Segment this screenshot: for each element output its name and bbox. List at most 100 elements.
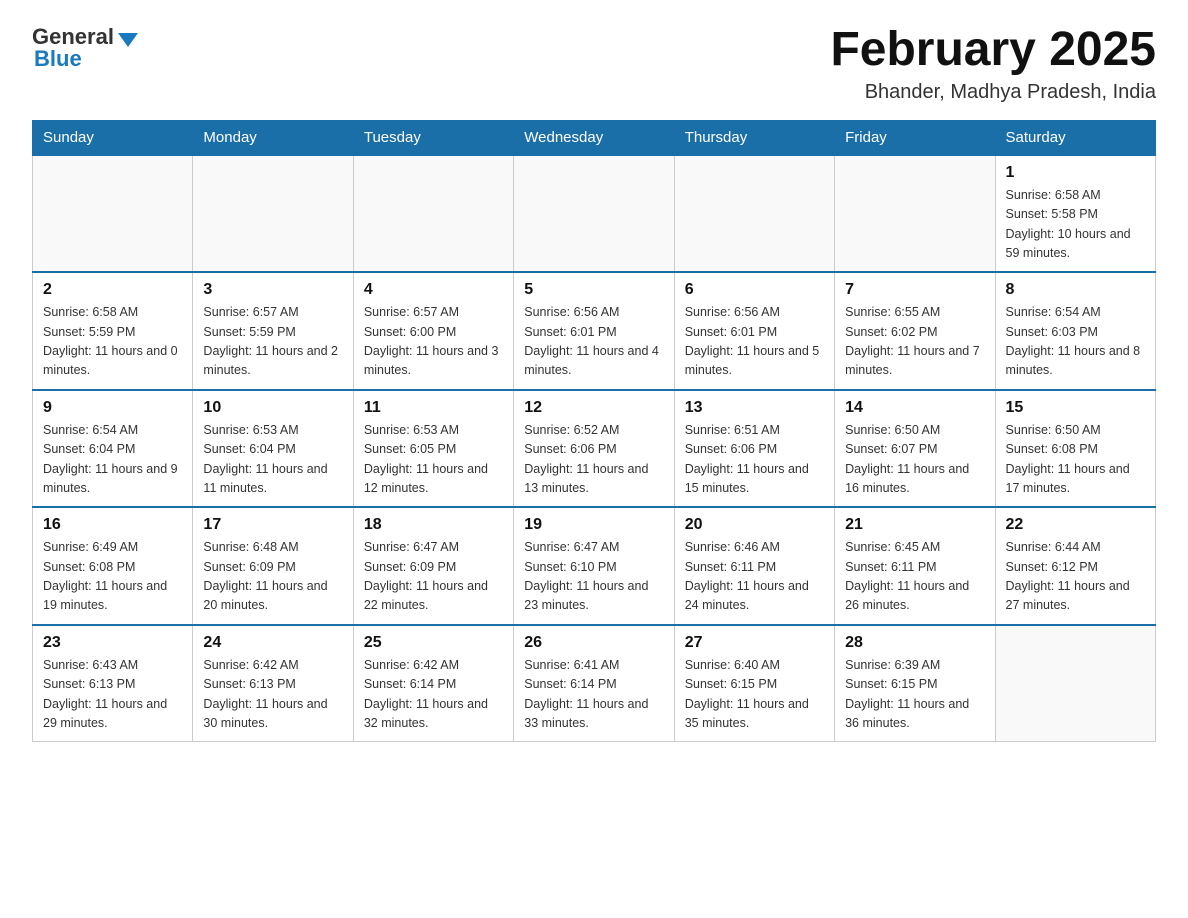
day-info: Sunrise: 6:49 AMSunset: 6:08 PMDaylight:…: [43, 540, 167, 612]
logo-blue-text: Blue: [34, 46, 82, 72]
day-info: Sunrise: 6:41 AMSunset: 6:14 PMDaylight:…: [524, 658, 648, 730]
day-info: Sunrise: 6:57 AMSunset: 6:00 PMDaylight:…: [364, 305, 499, 377]
calendar-week-row: 16 Sunrise: 6:49 AMSunset: 6:08 PMDayligh…: [33, 507, 1156, 625]
calendar-cell: 23 Sunrise: 6:43 AMSunset: 6:13 PMDayligh…: [33, 625, 193, 742]
calendar-cell: 11 Sunrise: 6:53 AMSunset: 6:05 PMDayligh…: [353, 390, 513, 508]
day-number: 25: [364, 634, 503, 652]
day-info: Sunrise: 6:50 AMSunset: 6:07 PMDaylight:…: [845, 423, 969, 495]
day-number: 9: [43, 399, 182, 417]
day-info: Sunrise: 6:57 AMSunset: 5:59 PMDaylight:…: [203, 305, 338, 377]
day-info: Sunrise: 6:44 AMSunset: 6:12 PMDaylight:…: [1006, 540, 1130, 612]
day-number: 8: [1006, 281, 1145, 299]
calendar-cell: [353, 155, 513, 273]
day-number: 26: [524, 634, 663, 652]
day-number: 4: [364, 281, 503, 299]
weekday-header-saturday: Saturday: [995, 120, 1155, 155]
day-number: 28: [845, 634, 984, 652]
day-number: 12: [524, 399, 663, 417]
day-info: Sunrise: 6:47 AMSunset: 6:10 PMDaylight:…: [524, 540, 648, 612]
calendar-cell: [995, 625, 1155, 742]
day-info: Sunrise: 6:39 AMSunset: 6:15 PMDaylight:…: [845, 658, 969, 730]
day-number: 18: [364, 516, 503, 534]
weekday-header-wednesday: Wednesday: [514, 120, 674, 155]
day-number: 3: [203, 281, 342, 299]
calendar-cell: 17Sunrise: 6:48 AMSunset: 6:09 PMDayligh…: [193, 507, 353, 625]
weekday-header-monday: Monday: [193, 120, 353, 155]
day-number: 21: [845, 516, 984, 534]
calendar-cell: 7 Sunrise: 6:55 AMSunset: 6:02 PMDaylight…: [835, 272, 995, 390]
day-number: 27: [685, 634, 824, 652]
day-number: 15: [1006, 399, 1145, 417]
calendar-cell: 22 Sunrise: 6:44 AMSunset: 6:12 PMDayligh…: [995, 507, 1155, 625]
day-number: 10: [203, 399, 342, 417]
calendar-week-row: 23 Sunrise: 6:43 AMSunset: 6:13 PMDayligh…: [33, 625, 1156, 742]
day-info: Sunrise: 6:58 AMSunset: 5:59 PMDaylight:…: [43, 305, 178, 377]
day-info: Sunrise: 6:53 AMSunset: 6:05 PMDaylight:…: [364, 423, 488, 495]
page-header: General Blue February 2025 Bhander, Madh…: [32, 24, 1156, 104]
calendar-cell: [835, 155, 995, 273]
day-info: Sunrise: 6:56 AMSunset: 6:01 PMDaylight:…: [524, 305, 659, 377]
weekday-header-tuesday: Tuesday: [353, 120, 513, 155]
day-info: Sunrise: 6:54 AMSunset: 6:04 PMDaylight:…: [43, 423, 178, 495]
calendar-cell: [514, 155, 674, 273]
day-number: 11: [364, 399, 503, 417]
calendar-cell: 5 Sunrise: 6:56 AMSunset: 6:01 PMDaylight…: [514, 272, 674, 390]
calendar-cell: 13 Sunrise: 6:51 AMSunset: 6:06 PMDayligh…: [674, 390, 834, 508]
day-number: 13: [685, 399, 824, 417]
calendar-cell: [674, 155, 834, 273]
day-info: Sunrise: 6:45 AMSunset: 6:11 PMDaylight:…: [845, 540, 969, 612]
calendar-cell: 2Sunrise: 6:58 AMSunset: 5:59 PMDaylight…: [33, 272, 193, 390]
day-info: Sunrise: 6:50 AMSunset: 6:08 PMDaylight:…: [1006, 423, 1130, 495]
calendar-week-row: 2Sunrise: 6:58 AMSunset: 5:59 PMDaylight…: [33, 272, 1156, 390]
calendar-cell: [33, 155, 193, 273]
calendar-week-row: 9 Sunrise: 6:54 AMSunset: 6:04 PMDaylight…: [33, 390, 1156, 508]
calendar-cell: 10 Sunrise: 6:53 AMSunset: 6:04 PMDayligh…: [193, 390, 353, 508]
day-number: 14: [845, 399, 984, 417]
day-number: 16: [43, 516, 182, 534]
calendar-cell: 26 Sunrise: 6:41 AMSunset: 6:14 PMDayligh…: [514, 625, 674, 742]
calendar-cell: 20Sunrise: 6:46 AMSunset: 6:11 PMDayligh…: [674, 507, 834, 625]
day-info: Sunrise: 6:53 AMSunset: 6:04 PMDaylight:…: [203, 423, 327, 495]
day-number: 23: [43, 634, 182, 652]
logo: General Blue: [32, 24, 138, 72]
calendar-table: SundayMondayTuesdayWednesdayThursdayFrid…: [32, 120, 1156, 743]
calendar-cell: 18 Sunrise: 6:47 AMSunset: 6:09 PMDayligh…: [353, 507, 513, 625]
location-text: Bhander, Madhya Pradesh, India: [830, 81, 1156, 104]
calendar-cell: 16 Sunrise: 6:49 AMSunset: 6:08 PMDayligh…: [33, 507, 193, 625]
day-info: Sunrise: 6:58 AMSunset: 5:58 PMDaylight:…: [1006, 188, 1131, 260]
day-info: Sunrise: 6:42 AMSunset: 6:13 PMDaylight:…: [203, 658, 327, 730]
day-info: Sunrise: 6:56 AMSunset: 6:01 PMDaylight:…: [685, 305, 820, 377]
day-number: 6: [685, 281, 824, 299]
calendar-cell: 24Sunrise: 6:42 AMSunset: 6:13 PMDayligh…: [193, 625, 353, 742]
calendar-cell: 3 Sunrise: 6:57 AMSunset: 5:59 PMDaylight…: [193, 272, 353, 390]
calendar-cell: 4 Sunrise: 6:57 AMSunset: 6:00 PMDaylight…: [353, 272, 513, 390]
title-block: February 2025 Bhander, Madhya Pradesh, I…: [830, 24, 1156, 104]
day-number: 17: [203, 516, 342, 534]
day-info: Sunrise: 6:52 AMSunset: 6:06 PMDaylight:…: [524, 423, 648, 495]
day-info: Sunrise: 6:55 AMSunset: 6:02 PMDaylight:…: [845, 305, 980, 377]
calendar-cell: 19 Sunrise: 6:47 AMSunset: 6:10 PMDayligh…: [514, 507, 674, 625]
day-number: 20: [685, 516, 824, 534]
weekday-header-sunday: Sunday: [33, 120, 193, 155]
weekday-header-row: SundayMondayTuesdayWednesdayThursdayFrid…: [33, 120, 1156, 155]
day-number: 19: [524, 516, 663, 534]
calendar-cell: 28 Sunrise: 6:39 AMSunset: 6:15 PMDayligh…: [835, 625, 995, 742]
day-info: Sunrise: 6:47 AMSunset: 6:09 PMDaylight:…: [364, 540, 488, 612]
calendar-cell: 6 Sunrise: 6:56 AMSunset: 6:01 PMDaylight…: [674, 272, 834, 390]
day-number: 7: [845, 281, 984, 299]
calendar-cell: 27 Sunrise: 6:40 AMSunset: 6:15 PMDayligh…: [674, 625, 834, 742]
logo-arrow-icon: [118, 33, 138, 47]
calendar-cell: 12 Sunrise: 6:52 AMSunset: 6:06 PMDayligh…: [514, 390, 674, 508]
day-info: Sunrise: 6:54 AMSunset: 6:03 PMDaylight:…: [1006, 305, 1141, 377]
calendar-cell: 15 Sunrise: 6:50 AMSunset: 6:08 PMDayligh…: [995, 390, 1155, 508]
day-number: 5: [524, 281, 663, 299]
month-title: February 2025: [830, 24, 1156, 77]
day-info: Sunrise: 6:40 AMSunset: 6:15 PMDaylight:…: [685, 658, 809, 730]
day-number: 22: [1006, 516, 1145, 534]
day-number: 1: [1006, 164, 1145, 182]
calendar-cell: 25 Sunrise: 6:42 AMSunset: 6:14 PMDayligh…: [353, 625, 513, 742]
calendar-cell: 14 Sunrise: 6:50 AMSunset: 6:07 PMDayligh…: [835, 390, 995, 508]
day-info: Sunrise: 6:43 AMSunset: 6:13 PMDaylight:…: [43, 658, 167, 730]
day-info: Sunrise: 6:51 AMSunset: 6:06 PMDaylight:…: [685, 423, 809, 495]
day-info: Sunrise: 6:42 AMSunset: 6:14 PMDaylight:…: [364, 658, 488, 730]
